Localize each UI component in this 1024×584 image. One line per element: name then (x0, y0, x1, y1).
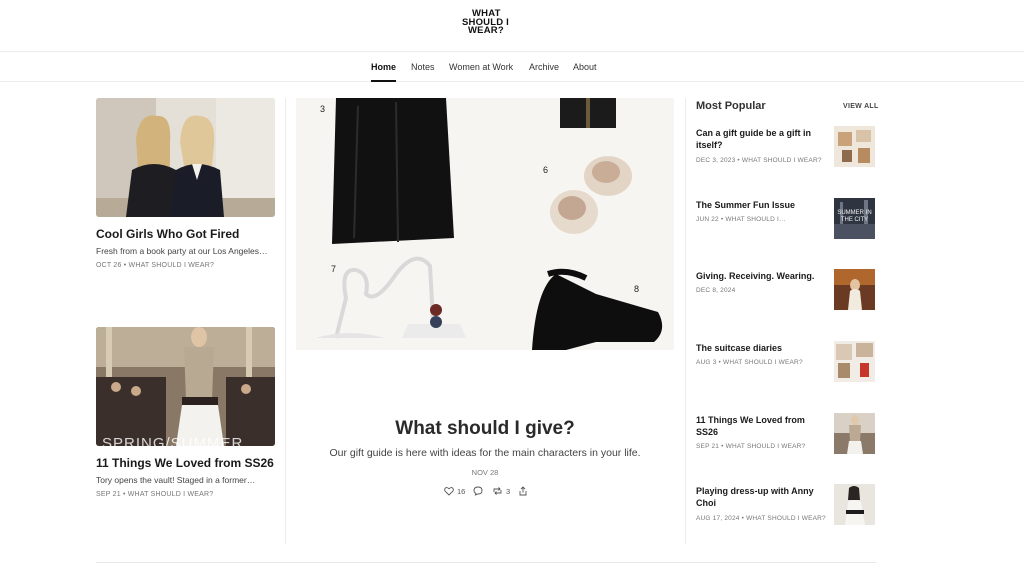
popular-thumb-image[interactable]: SUMMER IN THE CITY (834, 198, 875, 239)
popular-item-title[interactable]: 11 Things We Loved from SS26 (696, 414, 826, 438)
collage-number-6: 6 (543, 165, 549, 175)
view-all-link[interactable]: VIEW ALL (843, 103, 879, 110)
share-icon (519, 486, 527, 496)
thumb-overlay-text: SUMMER IN THE CITY (837, 210, 872, 223)
post-subtitle: Fresh from a book party at our Los Angel… (96, 246, 268, 256)
main-nav: Home Notes Women at Work Archive About (0, 52, 1024, 82)
collage-number-7: 7 (331, 264, 337, 274)
popular-item-title[interactable]: Can a gift guide be a gift in itself? (696, 127, 826, 151)
post-title[interactable]: 11 Things We Loved from SS26 (96, 456, 274, 470)
comment-button[interactable] (473, 485, 483, 497)
like-count: 16 (457, 486, 466, 496)
featured-date: NOV 28 (471, 468, 499, 477)
popular-item-title[interactable]: Playing dress-up with Anny Choi (696, 485, 826, 509)
collage-number-3: 3 (320, 104, 326, 114)
popular-thumb-image[interactable] (834, 341, 875, 382)
restack-icon (493, 487, 502, 495)
popular-item-meta: SEP 21 • WHAT SHOULD I WEAR? (696, 443, 806, 450)
post-meta: OCT 26 • WHAT SHOULD I WEAR? (96, 262, 215, 269)
popular-item-meta: DEC 3, 2023 • WHAT SHOULD I WEAR? (696, 157, 822, 164)
nav-archive[interactable]: Archive (529, 52, 559, 82)
restack-count: 3 (506, 486, 511, 496)
post-subtitle: Tory opens the vault! Staged in a former… (96, 475, 256, 485)
popular-thumb-giving-image (834, 269, 875, 310)
popular-thumb-suitcase-image (834, 341, 875, 382)
site-logo[interactable]: WHAT SHOULD I WEAR? (462, 9, 562, 37)
nav-women-at-work[interactable]: Women at Work (449, 52, 513, 82)
like-button[interactable]: 16 (444, 485, 465, 497)
post-image-ss26[interactable]: SPRING/SUMMER (96, 327, 275, 446)
popular-thumb-image[interactable] (834, 269, 875, 310)
popular-item-title[interactable]: The Summer Fun Issue (696, 199, 826, 211)
nav-home[interactable]: Home (371, 52, 397, 82)
popular-thumb-ss26-image (834, 413, 875, 454)
site-header: WHAT SHOULD I WEAR? (0, 0, 1024, 52)
featured-title[interactable]: What should I give? (296, 418, 674, 440)
popular-item-title[interactable]: Giving. Receiving. Wearing. (696, 270, 826, 282)
popular-thumb-image[interactable] (834, 413, 875, 454)
post-meta: SEP 21 • WHAT SHOULD I WEAR? (96, 491, 214, 498)
popular-item-meta: JUN 22 • WHAT SHOULD I… (696, 216, 786, 223)
popular-item-meta: AUG 3 • WHAT SHOULD I WEAR? (696, 359, 803, 366)
popular-item-meta: AUG 17, 2024 • WHAT SHOULD I WEAR? (696, 515, 826, 522)
nav-notes[interactable]: Notes (411, 52, 435, 82)
popular-item-meta: DEC 8, 2024 (696, 287, 736, 294)
share-button[interactable] (518, 485, 528, 497)
featured-subtitle: Our gift guide is here with ideas for th… (329, 447, 641, 459)
popular-thumb-anny-choi-image (834, 484, 875, 525)
most-popular-heading: Most Popular (696, 100, 766, 112)
footer-divider (96, 562, 876, 563)
featured-image[interactable]: 3 6 7 8 (296, 98, 674, 350)
gift-guide-collage-image (296, 98, 674, 350)
popular-thumb-gift-image (834, 126, 875, 167)
image-overlay-text: SPRING/SUMMER (102, 435, 244, 446)
logo-line-3: WEAR? (468, 25, 504, 37)
photo-runway-image (96, 327, 275, 446)
comment-icon (473, 486, 483, 496)
collage-number-8: 8 (634, 284, 640, 294)
photo-two-women-image (96, 98, 275, 217)
heart-icon (444, 487, 454, 496)
post-title[interactable]: Cool Girls Who Got Fired (96, 227, 239, 241)
restack-button[interactable]: 3 (492, 485, 510, 497)
popular-thumb-image[interactable] (834, 126, 875, 167)
popular-item-title[interactable]: The suitcase diaries (696, 342, 826, 354)
popular-thumb-image[interactable] (834, 484, 875, 525)
column-divider (285, 98, 286, 544)
post-image-cool-girls[interactable] (96, 98, 275, 217)
nav-about[interactable]: About (573, 52, 597, 82)
column-divider (685, 98, 686, 544)
